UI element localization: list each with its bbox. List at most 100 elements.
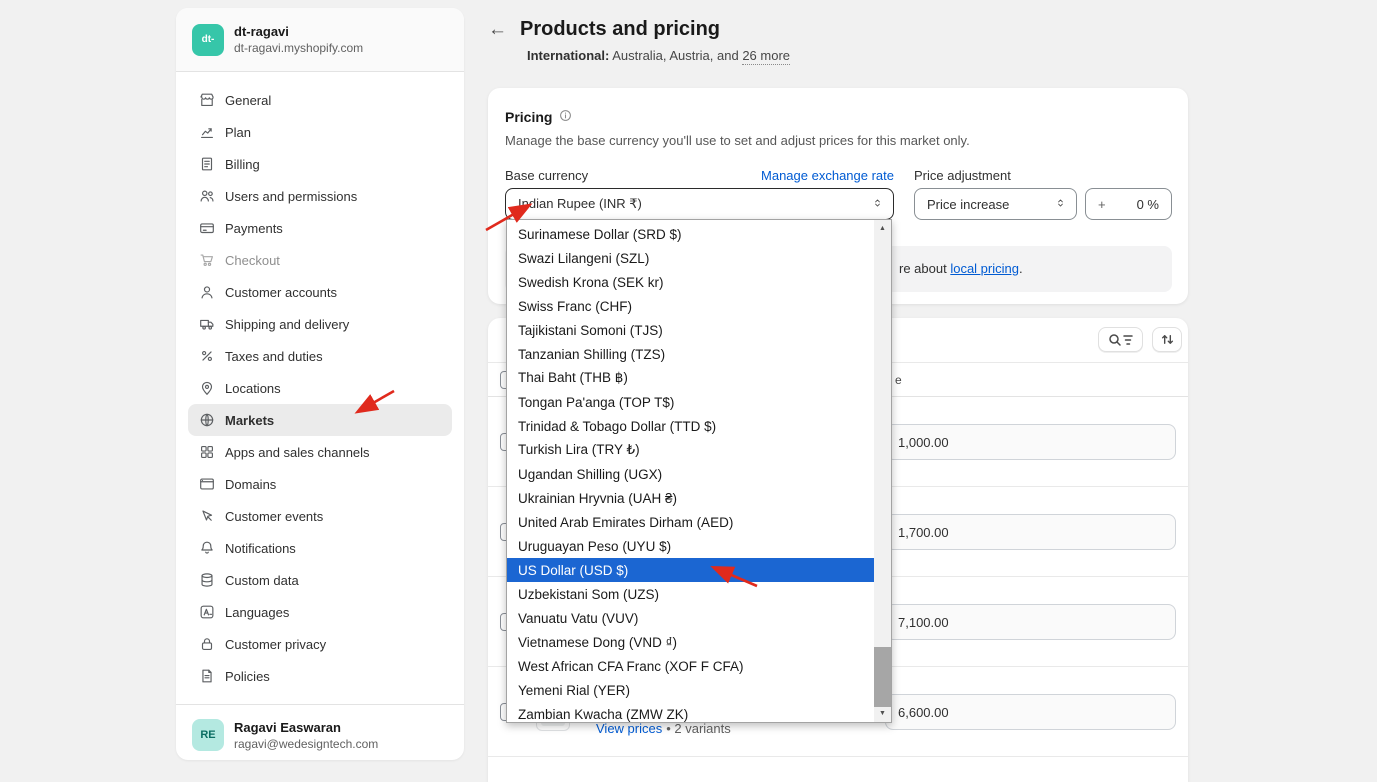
currency-option[interactable]: United Arab Emirates Dirham (AED) xyxy=(507,510,874,534)
currency-option[interactable]: Tajikistani Somoni (TJS) xyxy=(507,318,874,342)
apps-grid-icon xyxy=(198,443,216,461)
currency-option[interactable]: Vietnamese Dong (VND ₫) xyxy=(507,630,874,654)
market-name: International: xyxy=(527,48,609,63)
percent-icon xyxy=(198,347,216,365)
product-row-links: View prices • 2 variants xyxy=(596,721,731,736)
scroll-up-button[interactable]: ▲ xyxy=(874,220,891,237)
user-footer: RE Ragavi Easwaran ragavi@wedesigntech.c… xyxy=(176,704,464,760)
select-caret-icon xyxy=(1055,196,1066,213)
currency-option[interactable]: Thai Baht (THB ฿) xyxy=(507,366,874,390)
globe-icon xyxy=(198,411,216,429)
truck-icon xyxy=(198,315,216,333)
store-domain: dt-ragavi.myshopify.com xyxy=(234,41,363,55)
currency-options: Surinamese Dollar (SRD $) Swazi Lilangen… xyxy=(507,220,874,722)
user-avatar: RE xyxy=(192,719,224,751)
sort-button[interactable] xyxy=(1152,327,1182,352)
sidebar-item-users-permissions[interactable]: Users and permissions xyxy=(188,180,452,212)
bell-icon xyxy=(198,539,216,557)
sidebar-item-locations[interactable]: Locations xyxy=(188,372,452,404)
sidebar-item-languages[interactable]: Languages xyxy=(188,596,452,628)
currency-option[interactable]: West African CFA Franc (XOF F CFA) xyxy=(507,654,874,678)
currency-option[interactable]: Tongan Pa'anga (TOP T$) xyxy=(507,390,874,414)
dropdown-scrollbar[interactable]: ▲ ▼ xyxy=(874,220,891,722)
local-pricing-link[interactable]: local pricing xyxy=(950,261,1019,276)
more-countries-link[interactable]: 26 more xyxy=(742,48,790,65)
sidebar-item-checkout[interactable]: Checkout xyxy=(188,244,452,276)
billing-icon xyxy=(198,155,216,173)
currency-option[interactable]: Trinidad & Tobago Dollar (TTD $) xyxy=(507,414,874,438)
currency-dropdown-list: Surinamese Dollar (SRD $) Swazi Lilangen… xyxy=(506,219,892,723)
currency-option[interactable]: Ukrainian Hryvnia (UAH ₴) xyxy=(507,486,874,510)
price-input[interactable]: 1,000.00 xyxy=(885,424,1176,460)
document-icon xyxy=(198,667,216,685)
currency-option[interactable]: Turkish Lira (TRY ₺) xyxy=(507,438,874,462)
info-text-fragment: re about local pricing. xyxy=(899,261,1023,276)
sidebar-item-label: Notifications xyxy=(225,541,296,556)
sidebar-item-customer-accounts[interactable]: Customer accounts xyxy=(188,276,452,308)
scroll-down-button[interactable]: ▼ xyxy=(874,705,891,722)
currency-option[interactable]: Uruguayan Peso (UYU $) xyxy=(507,534,874,558)
user-email: ragavi@wedesigntech.com xyxy=(234,737,378,751)
sidebar-item-customer-events[interactable]: Customer events xyxy=(188,500,452,532)
currency-option[interactable]: Swedish Krona (SEK kr) xyxy=(507,270,874,294)
sidebar-item-markets[interactable]: Markets xyxy=(188,404,452,436)
back-button[interactable]: ← xyxy=(488,20,507,39)
sidebar-item-domains[interactable]: Domains xyxy=(188,468,452,500)
currency-option[interactable]: Swiss Franc (CHF) xyxy=(507,294,874,318)
base-currency-label: Base currency xyxy=(505,168,588,183)
domain-icon xyxy=(198,475,216,493)
view-prices-link[interactable]: View prices xyxy=(596,721,662,736)
search-filter-button[interactable] xyxy=(1098,327,1143,352)
currency-option[interactable]: Vanuatu Vatu (VUV) xyxy=(507,606,874,630)
adjustment-percent-input[interactable]: + 0 % xyxy=(1085,188,1172,220)
percent-value: 0 % xyxy=(1137,197,1159,212)
currency-option[interactable]: Surinamese Dollar (SRD $) xyxy=(507,222,874,246)
sidebar-item-apps-sales-channels[interactable]: Apps and sales channels xyxy=(188,436,452,468)
sidebar-item-label: Customer accounts xyxy=(225,285,337,300)
sidebar-item-policies[interactable]: Policies xyxy=(188,660,452,692)
price-column-header-fragment: e xyxy=(895,373,902,387)
price-input[interactable]: 7,100.00 xyxy=(885,604,1176,640)
price-input[interactable]: 1,700.00 xyxy=(885,514,1176,550)
cursor-icon xyxy=(198,507,216,525)
sidebar-item-customer-privacy[interactable]: Customer privacy xyxy=(188,628,452,660)
sidebar-item-label: Payments xyxy=(225,221,283,236)
variants-count: • 2 variants xyxy=(666,721,731,736)
currency-option[interactable]: Tanzanian Shilling (TZS) xyxy=(507,342,874,366)
info-icon[interactable] xyxy=(558,108,573,126)
translate-icon xyxy=(198,603,216,621)
sidebar-item-general[interactable]: General xyxy=(188,84,452,116)
scrollbar-thumb[interactable] xyxy=(874,647,891,707)
base-currency-select[interactable]: Indian Rupee (INR ₹) xyxy=(505,188,894,220)
sidebar-item-label: Customer events xyxy=(225,509,323,524)
sidebar-item-plan[interactable]: Plan xyxy=(188,116,452,148)
currency-option[interactable]: Yemeni Rial (YER) xyxy=(507,678,874,702)
search-filter-icon xyxy=(1106,332,1136,348)
sidebar-item-label: Markets xyxy=(225,413,274,428)
sidebar-item-shipping-delivery[interactable]: Shipping and delivery xyxy=(188,308,452,340)
price-adjustment-select[interactable]: Price increase xyxy=(914,188,1077,220)
sidebar-item-payments[interactable]: Payments xyxy=(188,212,452,244)
sidebar-item-label: Users and permissions xyxy=(225,189,357,204)
currency-option[interactable]: Swazi Lilangeni (SZL) xyxy=(507,246,874,270)
sidebar-item-label: Domains xyxy=(225,477,276,492)
price-adjustment-label: Price adjustment xyxy=(914,168,1011,183)
page-subtitle: International: Australia, Austria, and 2… xyxy=(527,48,1188,63)
currency-option-selected[interactable]: US Dollar (USD $) xyxy=(507,558,874,582)
database-icon xyxy=(198,571,216,589)
sidebar-item-label: Customer privacy xyxy=(225,637,326,652)
store-icon xyxy=(198,91,216,109)
sidebar-item-custom-data[interactable]: Custom data xyxy=(188,564,452,596)
currency-option[interactable]: Uzbekistani Som (UZS) xyxy=(507,582,874,606)
manage-exchange-rate-link[interactable]: Manage exchange rate xyxy=(761,168,894,183)
currency-option[interactable]: Ugandan Shilling (UGX) xyxy=(507,462,874,486)
sidebar-item-label: Apps and sales channels xyxy=(225,445,370,460)
price-input[interactable]: 6,600.00 xyxy=(885,694,1176,730)
sidebar-item-label: Checkout xyxy=(225,253,280,268)
pricing-card-title: Pricing xyxy=(505,109,552,125)
sidebar-item-taxes-duties[interactable]: Taxes and duties xyxy=(188,340,452,372)
sidebar-item-billing[interactable]: Billing xyxy=(188,148,452,180)
plus-sign: + xyxy=(1098,197,1106,212)
currency-option[interactable]: Zambian Kwacha (ZMW ZK) xyxy=(507,702,874,722)
sidebar-item-notifications[interactable]: Notifications xyxy=(188,532,452,564)
